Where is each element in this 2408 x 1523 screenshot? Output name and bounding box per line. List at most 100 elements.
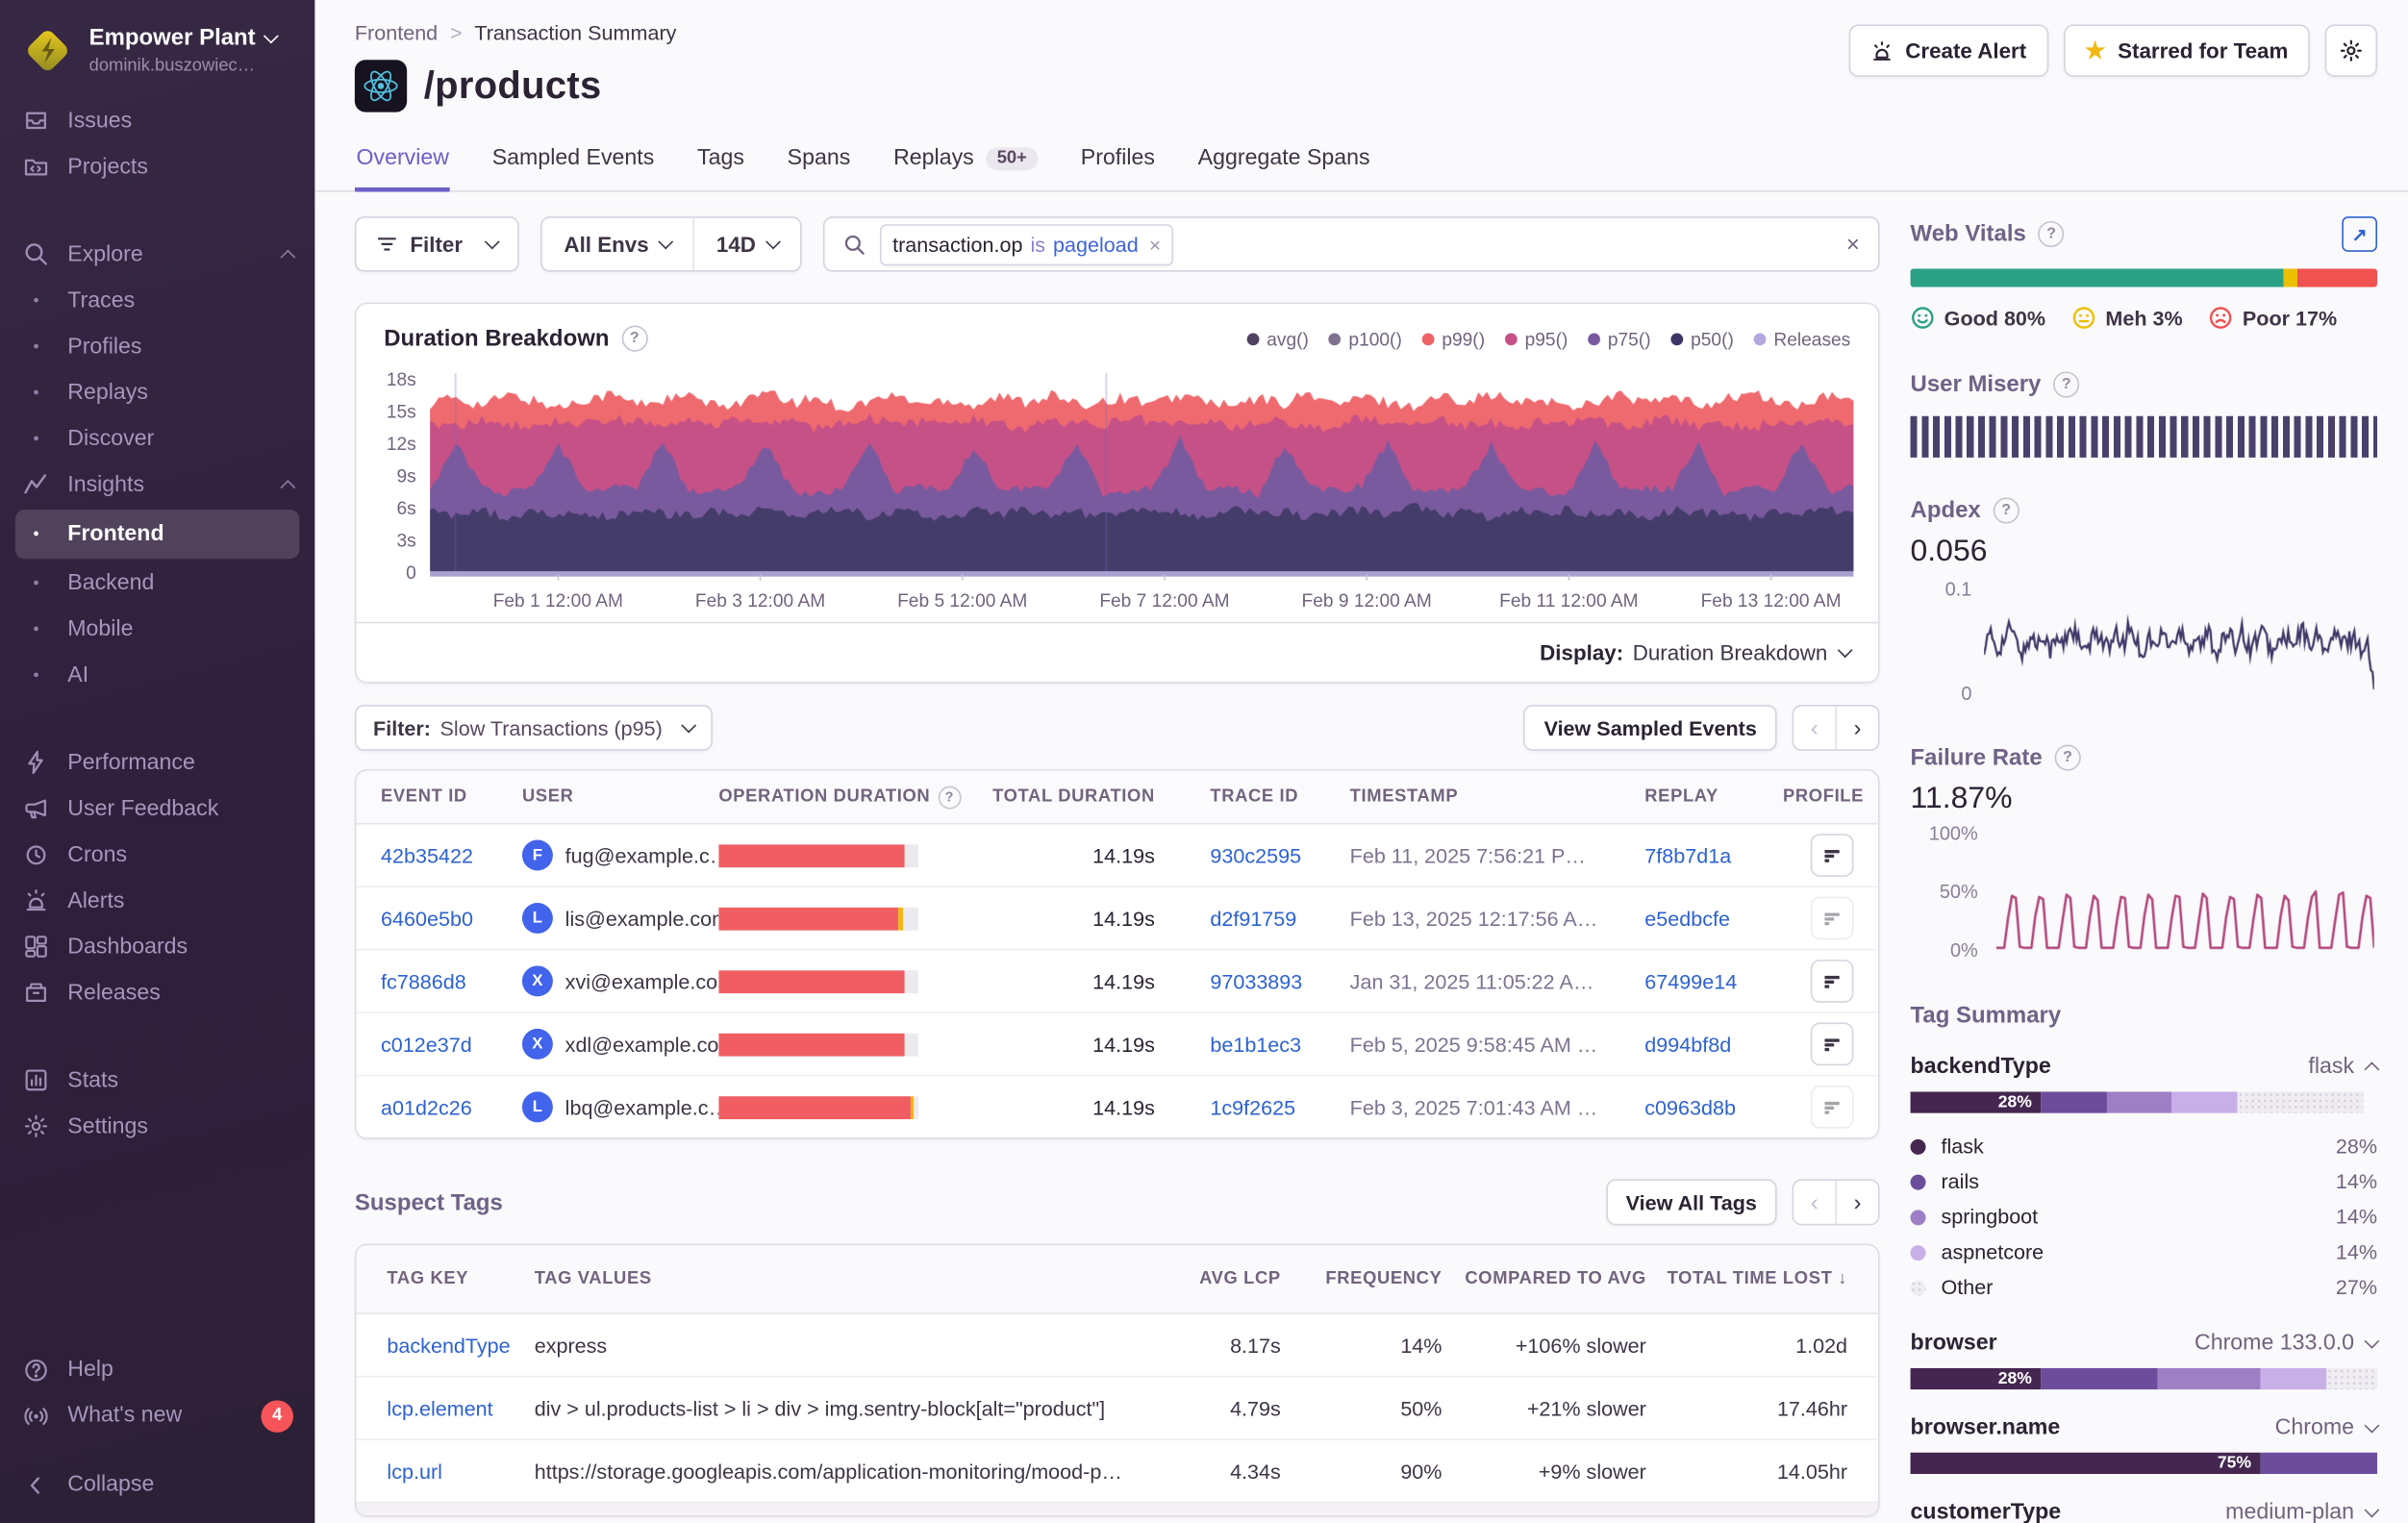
sidebar-item-help[interactable]: Help (0, 1346, 314, 1392)
event-id-link[interactable]: fc7886d8 (381, 969, 522, 992)
display-selector[interactable]: Duration Breakdown (1633, 640, 1851, 665)
sort-desc-icon[interactable]: ↓ (1838, 1270, 1847, 1288)
sidebar-item-ai[interactable]: AI (0, 652, 314, 698)
trace-id-link[interactable]: 930c2595 (1210, 843, 1349, 866)
profile-button[interactable] (1811, 1023, 1854, 1066)
trace-id-link[interactable]: be1b1ec3 (1210, 1033, 1349, 1056)
list-item[interactable]: springboot14% (1911, 1199, 2377, 1235)
replay-link[interactable]: 7f8b7d1a (1644, 843, 1783, 866)
sidebar-collapse-button[interactable]: Collapse (0, 1461, 314, 1508)
filter-dropdown[interactable]: Filter (355, 216, 519, 271)
help-icon[interactable]: ? (2039, 221, 2065, 247)
sidebar-group-explore[interactable]: Explore (0, 232, 314, 278)
sidebar-item-profiles[interactable]: Profiles (0, 323, 314, 369)
sidebar-item-performance[interactable]: Performance (0, 739, 314, 786)
tab-overview[interactable]: Overview (355, 132, 451, 191)
help-icon[interactable]: ? (2054, 744, 2080, 770)
gear-icon (2339, 38, 2364, 63)
trace-id-link[interactable]: 1c9f2625 (1210, 1095, 1349, 1118)
sidebar-item-dashboards[interactable]: Dashboards (0, 924, 314, 970)
broadcast-icon (21, 1402, 49, 1430)
suspect-tags-title: Suspect Tags (355, 1189, 503, 1215)
web-vitals-section: Web Vitals ? ↗ Good 80% (1911, 216, 2377, 330)
starred-for-team-button[interactable]: ★ Starred for Team (2064, 25, 2310, 77)
list-item[interactable]: rails14% (1911, 1163, 2377, 1199)
prev-page-button[interactable]: ‹ (1793, 1181, 1835, 1224)
tab-aggregate-spans[interactable]: Aggregate Spans (1196, 132, 1371, 191)
sidebar-item-releases[interactable]: Releases (0, 970, 314, 1016)
event-id-link[interactable]: a01d2c26 (381, 1095, 522, 1118)
clear-search-icon[interactable]: × (1846, 231, 1860, 257)
list-item[interactable]: flask28% (1911, 1129, 2377, 1164)
create-alert-button[interactable]: Create Alert (1848, 25, 2047, 77)
breadcrumb-frontend[interactable]: Frontend (355, 21, 438, 44)
tab-sampled-events[interactable]: Sampled Events (490, 132, 656, 191)
sidebar-group-insights[interactable]: Insights (0, 462, 314, 508)
sidebar-item-whats-new[interactable]: What's new 4 (0, 1392, 314, 1438)
sidebar-item-issues[interactable]: Issues (0, 98, 314, 144)
sidebar-item-backend[interactable]: Backend (0, 560, 314, 606)
trace-id-link[interactable]: 97033893 (1210, 969, 1349, 992)
sidebar-item-label: Collapse (67, 1472, 154, 1497)
event-id-link[interactable]: 42b35422 (381, 843, 522, 866)
sidebar-item-traces[interactable]: Traces (0, 277, 314, 323)
tag-key-link[interactable]: lcp.element (387, 1396, 534, 1419)
sidebar-item-projects[interactable]: Projects (0, 144, 314, 190)
profile-button[interactable] (1811, 960, 1854, 1003)
org-switcher[interactable]: Empower Plant dominik.buszowiec… (0, 18, 314, 97)
trace-id-link[interactable]: d2f91759 (1210, 907, 1349, 930)
sidebar-item-alerts[interactable]: Alerts (0, 878, 314, 924)
sidebar-item-user-feedback[interactable]: User Feedback (0, 786, 314, 832)
replay-link[interactable]: 67499e14 (1644, 969, 1783, 992)
tag-value-selector[interactable]: flask (2308, 1055, 2377, 1080)
search-input[interactable]: transaction.op is pageload × × (823, 216, 1879, 271)
remove-token-icon[interactable]: × (1146, 233, 1161, 256)
next-page-button[interactable]: › (1835, 707, 1878, 750)
help-icon[interactable]: ? (621, 326, 647, 352)
tab-bar: Overview Sampled Events Tags Spans Repla… (314, 132, 2408, 191)
tag-value-selector[interactable]: medium-plan (2225, 1500, 2377, 1523)
help-icon[interactable]: ? (2053, 371, 2079, 397)
list-item[interactable]: aspnetcore14% (1911, 1235, 2377, 1270)
search-token[interactable]: transaction.op is pageload × (880, 223, 1173, 264)
sidebar-item-mobile[interactable]: Mobile (0, 606, 314, 652)
view-all-tags-button[interactable]: View All Tags (1606, 1179, 1777, 1225)
tag-key-link[interactable]: backendType (387, 1334, 534, 1357)
dashboards-icon (21, 933, 49, 961)
sidebar-item-label: What's new (67, 1404, 182, 1429)
profile-button[interactable] (1811, 897, 1854, 940)
sidebar-item-frontend[interactable]: Frontend (15, 510, 299, 559)
event-id-link[interactable]: 6460e5b0 (381, 907, 522, 930)
next-page-button[interactable]: › (1835, 1181, 1878, 1224)
help-icon[interactable]: ? (1994, 497, 2019, 523)
tag-key-link[interactable]: lcp.url (387, 1460, 534, 1483)
sidebar-item-label: AI (67, 662, 88, 687)
tab-profiles[interactable]: Profiles (1079, 132, 1156, 191)
sidebar-item-discover[interactable]: Discover (0, 415, 314, 462)
prev-page-button[interactable]: ‹ (1793, 707, 1835, 750)
sidebar-item-crons[interactable]: Crons (0, 832, 314, 878)
tab-spans[interactable]: Spans (786, 132, 852, 191)
replay-link[interactable]: e5edbcfe (1644, 907, 1783, 930)
transactions-filter-dropdown[interactable]: Filter: Slow Transactions (p95) (355, 705, 714, 751)
sidebar-item-settings[interactable]: Settings (0, 1104, 314, 1150)
view-sampled-events-button[interactable]: View Sampled Events (1524, 705, 1777, 751)
event-id-link[interactable]: c012e37d (381, 1033, 522, 1056)
tab-replays[interactable]: Replays50+ (891, 132, 1039, 191)
events-pagination: ‹ › (1793, 705, 1880, 751)
sidebar-item-stats[interactable]: Stats (0, 1058, 314, 1104)
profile-button[interactable] (1811, 834, 1854, 877)
environment-selector[interactable]: All Envs (542, 218, 693, 270)
tag-value-selector[interactable]: Chrome 133.0.0 (2195, 1332, 2377, 1357)
help-icon[interactable]: ? (938, 786, 961, 809)
sidebar-item-replays[interactable]: Replays (0, 369, 314, 415)
open-in-vitals-icon[interactable]: ↗ (2342, 216, 2377, 252)
transaction-settings-button[interactable] (2325, 25, 2377, 77)
list-item[interactable]: Other27% (1911, 1270, 2377, 1306)
replay-link[interactable]: c0963d8b (1644, 1095, 1783, 1118)
date-range-selector[interactable]: 14D (693, 218, 800, 270)
tag-value-selector[interactable]: Chrome (2275, 1415, 2377, 1440)
tab-tags[interactable]: Tags (695, 132, 745, 191)
profile-button[interactable] (1811, 1086, 1854, 1129)
replay-link[interactable]: d994bf8d (1644, 1033, 1783, 1056)
